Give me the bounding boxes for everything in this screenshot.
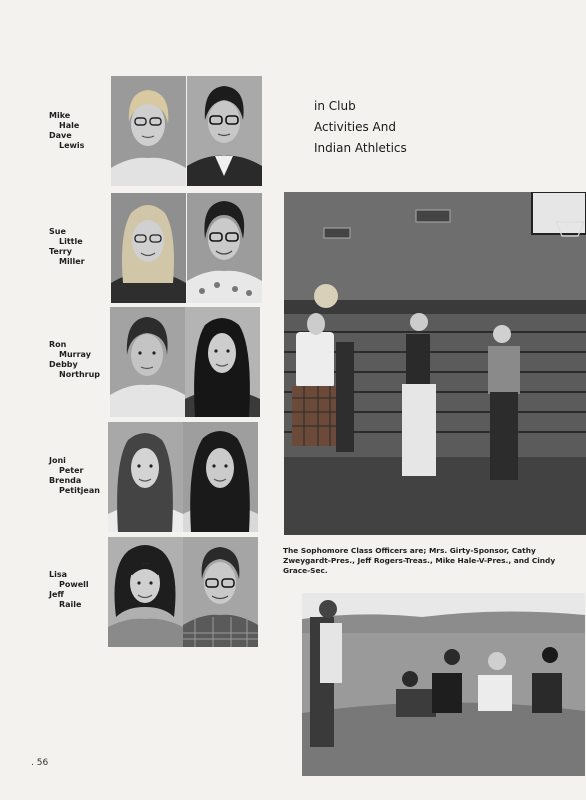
portrait-image xyxy=(187,76,262,186)
portrait-image xyxy=(110,307,185,417)
name-last: Petitjean xyxy=(59,486,100,495)
page-number: . 56 xyxy=(31,758,49,768)
heading-line: Indian Athletics xyxy=(314,141,407,155)
portrait-photo xyxy=(187,76,262,186)
photo-caption: The Sophomore Class Officers are; Mrs. G… xyxy=(283,546,556,575)
name-last: Powell xyxy=(59,580,89,589)
names-row-1: Mike Hale Dave Lewis xyxy=(49,111,105,151)
names-row-3: Ron Murray Debby Northrup xyxy=(49,340,105,380)
name-first: Jeff xyxy=(49,590,64,599)
field-photo xyxy=(302,593,585,776)
heading-line: Activities And xyxy=(314,120,396,134)
name-first: Dave xyxy=(49,131,72,140)
name-last: Little xyxy=(59,237,83,246)
name-first: Sue xyxy=(49,227,66,236)
name-last: Miller xyxy=(59,257,85,266)
names-row-5: Lisa Powell Jeff Raile xyxy=(49,570,105,610)
page-heading: in Club Activities And Indian Athletics xyxy=(314,96,514,159)
name-first: Terry xyxy=(49,247,72,256)
name-first: Joni xyxy=(49,456,66,465)
name-last: Northrup xyxy=(59,370,101,379)
portrait-image xyxy=(185,307,260,417)
portrait-photo xyxy=(108,422,183,532)
portrait-photo xyxy=(183,537,258,647)
name-first: Ron xyxy=(49,340,67,349)
portrait-image xyxy=(111,76,186,186)
portrait-photo xyxy=(185,307,260,417)
names-row-2: Sue Little Terry Miller xyxy=(49,227,105,267)
name-last: Murray xyxy=(59,350,91,359)
portrait-photo xyxy=(111,193,186,303)
gym-scene-image xyxy=(284,192,586,535)
name-first: Lisa xyxy=(49,570,67,579)
portrait-photo xyxy=(187,193,262,303)
name-first: Mike xyxy=(49,111,71,120)
portrait-image xyxy=(183,537,258,647)
portrait-image xyxy=(183,422,258,532)
gym-photo xyxy=(284,192,586,535)
portrait-photo xyxy=(110,307,185,417)
name-last: Lewis xyxy=(59,141,85,150)
name-first: Brenda xyxy=(49,476,82,485)
name-last: Peter xyxy=(59,466,84,475)
field-scene-image xyxy=(302,593,585,776)
portrait-photo xyxy=(183,422,258,532)
name-last: Raile xyxy=(59,600,82,609)
name-last: Hale xyxy=(59,121,80,130)
portrait-image xyxy=(108,422,183,532)
names-row-4: Joni Peter Brenda Petitjean xyxy=(49,456,105,496)
portrait-photo xyxy=(108,537,183,647)
yearbook-page: Mike Hale Dave Lewis Sue Little Terry Mi… xyxy=(0,0,586,800)
portrait-image xyxy=(187,193,262,303)
portrait-image xyxy=(108,537,183,647)
name-first: Debby xyxy=(49,360,78,369)
portrait-photo xyxy=(111,76,186,186)
heading-line: in Club xyxy=(314,99,356,113)
portrait-image xyxy=(111,193,186,303)
page-number-value: 56 xyxy=(36,758,49,768)
